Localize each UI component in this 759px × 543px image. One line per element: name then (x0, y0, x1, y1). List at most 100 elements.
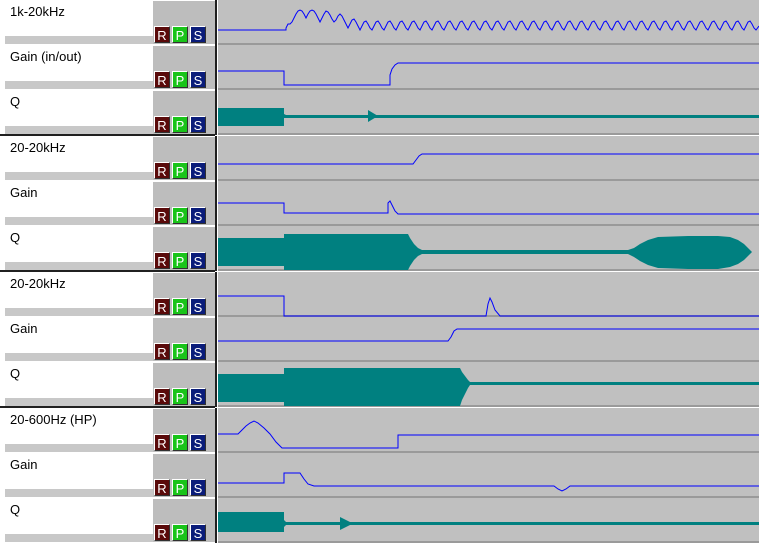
play-button[interactable]: P (172, 116, 188, 133)
automation-lane[interactable] (218, 0, 759, 45)
track-label-box[interactable]: Q (5, 499, 154, 534)
track-row-4: 20-20kHz R P S (0, 136, 759, 181)
automation-curve (218, 200, 759, 215)
record-button[interactable]: R (154, 524, 170, 541)
automation-lane[interactable] (218, 362, 759, 407)
track-label: Gain (10, 457, 38, 472)
solo-button[interactable]: S (190, 26, 206, 43)
track-buttons: R P S (153, 91, 215, 134)
track-label-underbar (5, 444, 153, 452)
track-label-box[interactable]: 1k-20kHz (5, 1, 154, 36)
play-button[interactable]: P (172, 479, 188, 496)
play-button[interactable]: P (172, 207, 188, 224)
track-label-box[interactable]: 20-20kHz (5, 273, 154, 308)
track-label: Q (10, 366, 21, 381)
automation-curve (218, 368, 759, 406)
solo-button[interactable]: S (190, 162, 206, 179)
track-buttons: R P S (153, 137, 215, 180)
track-label-box[interactable]: Q (5, 363, 154, 398)
automation-curve (218, 153, 759, 165)
track-label-box[interactable]: Q (5, 91, 154, 126)
play-button[interactable]: P (172, 298, 188, 315)
track-row-11: Gain R P S (0, 453, 759, 498)
track-buttons: R P S (153, 318, 215, 361)
play-button[interactable]: P (172, 162, 188, 179)
automation-curve (218, 328, 759, 342)
automation-curve (218, 234, 752, 270)
automation-lane[interactable] (218, 45, 759, 90)
automation-lane[interactable] (218, 181, 759, 226)
solo-button[interactable]: S (190, 71, 206, 88)
track-row-7: 20-20kHz R P S (0, 272, 759, 317)
track-buttons: R P S (153, 46, 215, 89)
automation-lane[interactable] (218, 453, 759, 498)
track-row-2: Gain (in/out) R P S (0, 45, 759, 90)
solo-button[interactable]: S (190, 434, 206, 451)
automation-lane[interactable] (218, 498, 759, 543)
record-button[interactable]: R (154, 162, 170, 179)
play-button[interactable]: P (172, 343, 188, 360)
automation-curve (218, 472, 759, 492)
record-button[interactable]: R (154, 252, 170, 269)
track-label: 20-20kHz (10, 140, 66, 155)
track-row-1: 1k-20kHz R P S (0, 0, 759, 45)
track-label: 1k-20kHz (10, 4, 65, 19)
track-label-box[interactable]: 20-600Hz (HP) (5, 409, 154, 444)
solo-button[interactable]: S (190, 388, 206, 405)
track-label-box[interactable]: 20-20kHz (5, 137, 154, 172)
record-button[interactable]: R (154, 207, 170, 224)
track-label-underbar (5, 489, 153, 497)
track-label-underbar (5, 353, 153, 361)
record-button[interactable]: R (154, 298, 170, 315)
record-button[interactable]: R (154, 116, 170, 133)
automation-curve (218, 9, 759, 32)
automation-lane[interactable] (218, 272, 759, 317)
record-button[interactable]: R (154, 26, 170, 43)
record-button[interactable]: R (154, 388, 170, 405)
solo-button[interactable]: S (190, 298, 206, 315)
track-label-box[interactable]: Gain (5, 182, 154, 217)
solo-button[interactable]: S (190, 343, 206, 360)
automation-lane[interactable] (218, 226, 759, 271)
play-button[interactable]: P (172, 388, 188, 405)
automation-lane[interactable] (218, 136, 759, 181)
track-buttons: R P S (153, 499, 215, 542)
lane-divider (215, 272, 217, 317)
play-button[interactable]: P (172, 252, 188, 269)
lane-divider (215, 498, 217, 543)
automation-lane[interactable] (218, 317, 759, 362)
track-label-underbar (5, 126, 153, 134)
track-label: 20-600Hz (HP) (10, 412, 97, 427)
solo-button[interactable]: S (190, 207, 206, 224)
automation-lane[interactable] (218, 90, 759, 135)
automation-curve (218, 512, 759, 532)
record-button[interactable]: R (154, 434, 170, 451)
track-label-box[interactable]: Q (5, 227, 154, 262)
automation-lane[interactable] (218, 408, 759, 453)
track-buttons: R P S (153, 363, 215, 406)
track-label: 20-20kHz (10, 276, 66, 291)
play-button[interactable]: P (172, 71, 188, 88)
lane-divider (215, 317, 217, 362)
play-button[interactable]: P (172, 26, 188, 43)
solo-button[interactable]: S (190, 479, 206, 496)
track-row-6: Q R P S (0, 226, 759, 271)
play-button[interactable]: P (172, 524, 188, 541)
lane-divider (215, 0, 217, 45)
lane-divider (215, 226, 217, 271)
solo-button[interactable]: S (190, 524, 206, 541)
track-row-3: Q R P S (0, 90, 759, 135)
solo-button[interactable]: S (190, 252, 206, 269)
play-button[interactable]: P (172, 434, 188, 451)
automation-curve (218, 62, 759, 86)
track-label-box[interactable]: Gain (in/out) (5, 46, 154, 81)
solo-button[interactable]: S (190, 116, 206, 133)
lane-divider (215, 408, 217, 453)
record-button[interactable]: R (154, 479, 170, 496)
track-label-underbar (5, 81, 153, 89)
lane-divider (215, 181, 217, 226)
track-label-box[interactable]: Gain (5, 454, 154, 489)
record-button[interactable]: R (154, 71, 170, 88)
track-label-box[interactable]: Gain (5, 318, 154, 353)
record-button[interactable]: R (154, 343, 170, 360)
